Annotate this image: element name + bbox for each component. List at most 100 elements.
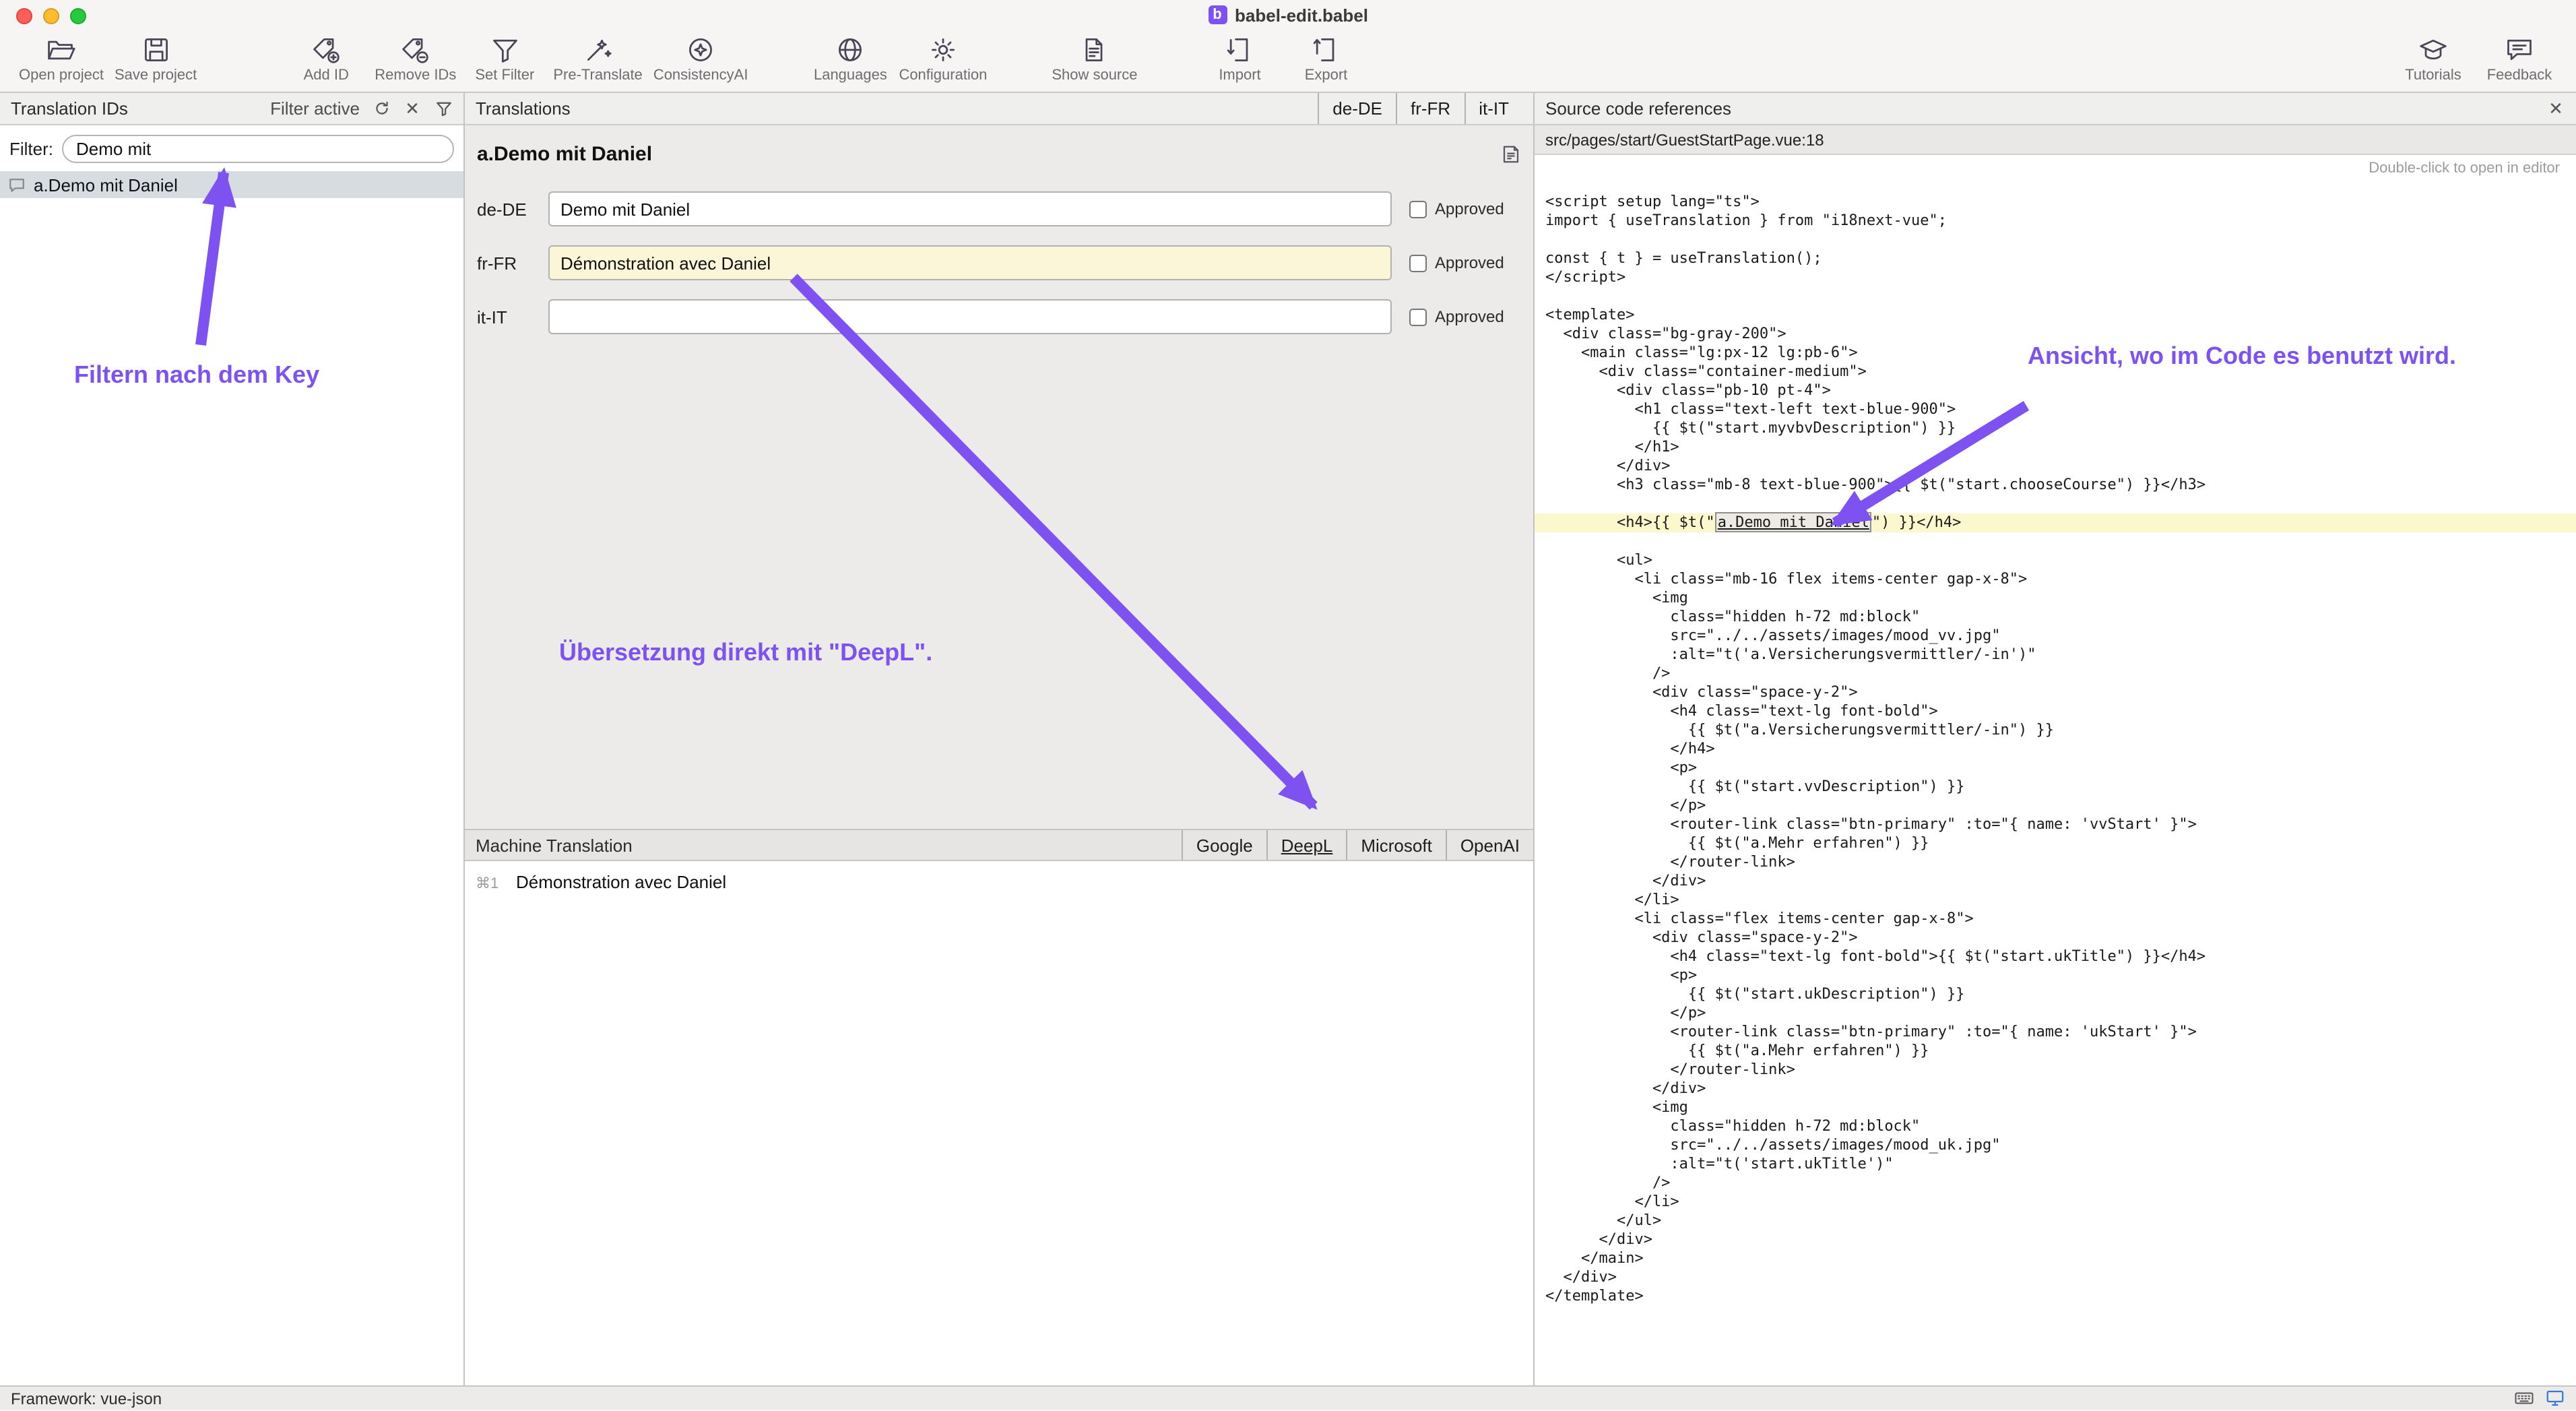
filter-input[interactable] xyxy=(61,135,454,163)
tutorials-button[interactable]: Tutorials xyxy=(2390,31,2476,86)
code-line: class="hidden h-72 md:block" xyxy=(1545,1117,2576,1136)
code-line: </div> xyxy=(1545,1079,2576,1098)
pre-translate-button[interactable]: Pre-Translate xyxy=(548,31,647,86)
toolbar-label: Feedback xyxy=(2487,67,2552,84)
translation-input-de[interactable] xyxy=(548,191,1392,226)
keyboard-icon[interactable] xyxy=(2514,1388,2534,1408)
source-reference-path[interactable]: src/pages/start/GuestStartPage.vue:18 xyxy=(1535,125,2576,155)
code-line: class="hidden h-72 md:block" xyxy=(1545,608,2576,627)
code-line: </h1> xyxy=(1545,438,2576,457)
show-source-button[interactable]: Show source xyxy=(1046,31,1142,86)
clear-filter-icon[interactable]: ✕ xyxy=(403,99,422,118)
code-line: <h3 class="mb-8 text-blue-900">{{ $t("st… xyxy=(1545,476,2576,495)
code-line: </li> xyxy=(1545,1193,2576,1212)
translation-input-fr[interactable] xyxy=(548,245,1392,280)
code-line: {{ $t("start.vvDescription") }} xyxy=(1545,778,2576,796)
approved-checkbox-de[interactable] xyxy=(1409,200,1427,218)
code-area[interactable]: <script setup lang="ts">import { useTran… xyxy=(1535,182,2576,1385)
mt-shortcut-badge: ⌘1 xyxy=(476,875,500,892)
toolbar-label: Open project xyxy=(19,67,104,84)
export-button[interactable]: Export xyxy=(1283,31,1370,86)
toolbar-label: Show source xyxy=(1052,67,1137,84)
code-line: <img xyxy=(1545,589,2576,608)
toolbar: Open project Save project Add ID Remove … xyxy=(0,30,2576,93)
code-line: <div class="space-y-2"> xyxy=(1545,683,2576,702)
refresh-filter-icon[interactable] xyxy=(372,99,391,118)
code-line: <img xyxy=(1545,1098,2576,1117)
close-icon[interactable]: ✕ xyxy=(2546,99,2565,118)
code-line xyxy=(1545,532,2576,551)
translation-ids-panel: Translation IDs Filter active ✕ Filter: xyxy=(0,93,465,1385)
source-references-title: Source code references xyxy=(1545,98,1731,119)
code-line: <ul> xyxy=(1545,551,2576,570)
consistency-ai-button[interactable]: ConsistencyAI xyxy=(648,31,754,86)
code-line xyxy=(1545,287,2576,306)
open-project-button[interactable]: Open project xyxy=(13,31,109,86)
import-button[interactable]: Import xyxy=(1197,31,1283,86)
code-line: <div class="space-y-2"> xyxy=(1545,929,2576,947)
code-line: <p> xyxy=(1545,966,2576,985)
mt-provider-openai[interactable]: OpenAI xyxy=(1446,830,1533,860)
approved-checkbox-fr[interactable] xyxy=(1409,254,1427,272)
main-area: Translation IDs Filter active ✕ Filter: xyxy=(0,93,2576,1385)
code-line: </script> xyxy=(1545,268,2576,287)
note-icon[interactable] xyxy=(1501,144,1521,164)
translation-id-item[interactable]: a.Demo mit Daniel xyxy=(0,171,463,198)
close-window-button[interactable] xyxy=(16,8,32,24)
code-line: src="../../assets/images/mood_vv.jpg" xyxy=(1545,627,2576,646)
translation-input-it[interactable] xyxy=(548,299,1392,334)
code-lines: <script setup lang="ts">import { useTran… xyxy=(1545,193,2576,1306)
code-line: </p> xyxy=(1545,796,2576,815)
toolbar-label: Configuration xyxy=(899,67,987,84)
highlighted-translation-key[interactable]: a.Demo mit Daniel xyxy=(1715,512,1872,532)
translation-ids-header: Translation IDs Filter active ✕ xyxy=(0,93,463,125)
tag-minus-icon xyxy=(401,34,430,66)
remove-ids-button[interactable]: Remove IDs xyxy=(369,31,461,86)
configuration-button[interactable]: Configuration xyxy=(893,31,992,86)
code-line: </div> xyxy=(1545,1268,2576,1287)
window-title: b babel-edit.babel xyxy=(1208,5,1368,25)
babeledit-window: b babel-edit.babel Open project Save pro… xyxy=(0,0,2576,1411)
languages-button[interactable]: Languages xyxy=(807,31,893,86)
framework-label: Framework: vue-json xyxy=(11,1389,162,1408)
code-line: import { useTranslation } from "i18next-… xyxy=(1545,212,2576,230)
translation-id-list: a.Demo mit Daniel xyxy=(0,171,463,1385)
lang-label-it: it-IT xyxy=(477,307,548,327)
feedback-button[interactable]: Feedback xyxy=(2476,31,2563,86)
save-project-button[interactable]: Save project xyxy=(109,31,202,86)
lang-label-fr: fr-FR xyxy=(477,253,548,273)
machine-translation-header: Machine Translation Google DeepL Microso… xyxy=(465,829,1533,861)
code-line: <main class="lg:px-12 lg:pb-6"> xyxy=(1545,344,2576,363)
translation-id-label: a.Demo mit Daniel xyxy=(34,175,178,195)
globe-icon xyxy=(835,34,865,66)
mt-provider-deepl[interactable]: DeepL xyxy=(1266,830,1347,860)
code-line: <h1 class="text-left text-blue-900"> xyxy=(1545,400,2576,419)
traffic-lights xyxy=(16,8,86,24)
language-toggle-de[interactable]: de-DE xyxy=(1318,93,1396,124)
comment-bubble-icon xyxy=(8,176,26,193)
filter-funnel-icon[interactable] xyxy=(434,99,453,118)
code-line: </li> xyxy=(1545,891,2576,910)
mt-provider-microsoft[interactable]: Microsoft xyxy=(1346,830,1445,860)
set-filter-button[interactable]: Set Filter xyxy=(461,31,548,86)
machine-translation-content: ⌘1 Démonstration avec Daniel xyxy=(465,861,1533,1385)
import-icon xyxy=(1225,34,1255,66)
zoom-window-button[interactable] xyxy=(70,8,86,24)
code-line: </div> xyxy=(1545,872,2576,891)
language-toggle-it[interactable]: it-IT xyxy=(1464,93,1522,124)
machine-translation-title: Machine Translation xyxy=(476,835,633,855)
add-id-button[interactable]: Add ID xyxy=(283,31,369,86)
consistency-ai-icon xyxy=(686,34,715,66)
mt-suggestion-row[interactable]: ⌘1 Démonstration avec Daniel xyxy=(476,872,1522,892)
minimize-window-button[interactable] xyxy=(43,8,59,24)
display-icon[interactable] xyxy=(2545,1388,2565,1408)
approved-checkbox-it[interactable] xyxy=(1409,308,1427,325)
code-line xyxy=(1545,495,2576,513)
gear-icon xyxy=(928,34,958,66)
code-line: :alt="t('a.Versicherungsvermittler/-in')… xyxy=(1545,646,2576,664)
code-line: <li class="flex items-center gap-x-8"> xyxy=(1545,910,2576,929)
translations-title: Translations xyxy=(476,98,571,119)
mt-provider-google[interactable]: Google xyxy=(1182,830,1266,860)
language-toggle-fr[interactable]: fr-FR xyxy=(1396,93,1464,124)
export-icon xyxy=(1312,34,1341,66)
